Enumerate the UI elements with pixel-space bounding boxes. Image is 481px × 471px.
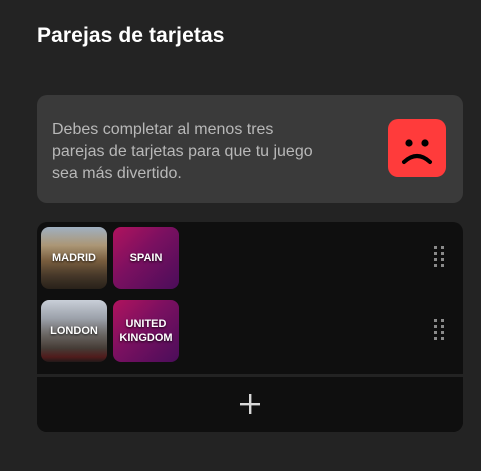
card-image-madrid[interactable]: MADRID bbox=[41, 227, 107, 289]
card-text-united-kingdom[interactable]: UNITED KINGDOM bbox=[113, 300, 179, 362]
warning-text: Debes completar al menos tres parejas de… bbox=[52, 119, 372, 185]
add-pair-button[interactable] bbox=[37, 374, 463, 432]
drag-handle-icon[interactable] bbox=[433, 246, 445, 268]
panel-title: Parejas de tarjetas bbox=[37, 24, 225, 47]
card-label-line: KINGDOM bbox=[119, 332, 173, 344]
card-label: MADRID bbox=[52, 252, 96, 264]
pair-row[interactable]: LONDON UNITED KINGDOM bbox=[37, 295, 463, 363]
warning-line: sea más divertido. bbox=[52, 165, 182, 182]
warning-line: Debes completar al menos tres bbox=[52, 121, 274, 138]
card-text-spain[interactable]: SPAIN bbox=[113, 227, 179, 289]
card-label: UNITED KINGDOM bbox=[119, 317, 172, 345]
card-label-line: UNITED bbox=[125, 318, 167, 330]
warning-banner: Debes completar al menos tres parejas de… bbox=[37, 95, 463, 203]
drag-handle-icon[interactable] bbox=[433, 319, 445, 341]
warning-line: parejas de tarjetas para que tu juego bbox=[52, 143, 313, 160]
card-label: SPAIN bbox=[129, 252, 163, 264]
plus-icon bbox=[239, 393, 261, 420]
pair-row[interactable]: MADRID SPAIN bbox=[37, 222, 463, 290]
card-pairs-list: MADRID SPAIN LONDON UNITED KINGDOM bbox=[37, 222, 463, 432]
card-label: LONDON bbox=[50, 325, 98, 337]
sad-face-icon bbox=[388, 119, 446, 177]
card-image-london[interactable]: LONDON bbox=[41, 300, 107, 362]
